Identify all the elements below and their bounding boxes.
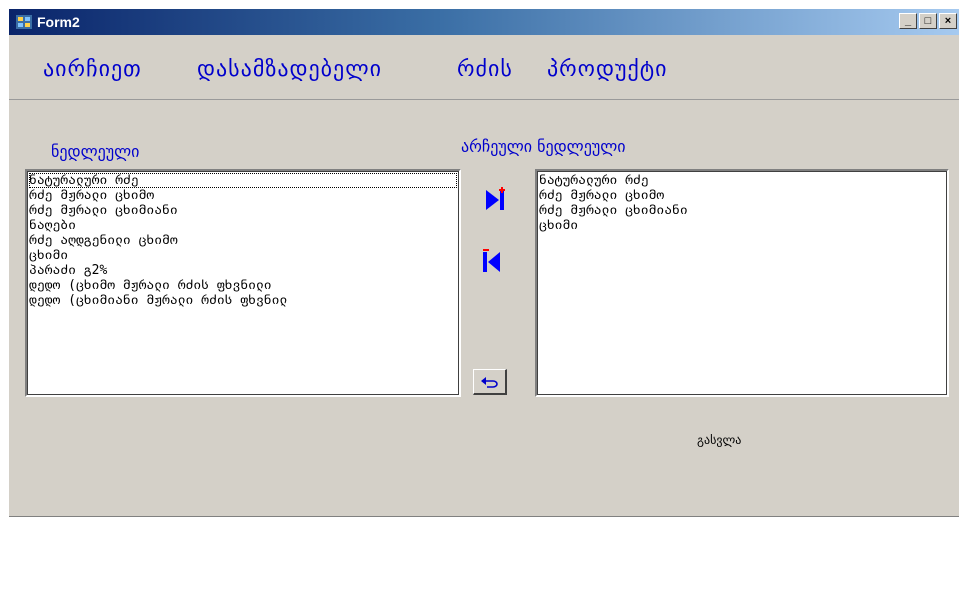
selected-raw-materials-label: არჩეული ნედლეული	[461, 137, 626, 156]
menu-bar: აირჩიეთ დასამზადებელი რძის პროდუქტი	[9, 35, 959, 100]
list-item[interactable]: რძე მჟრალი ცხიმიანი	[29, 203, 457, 218]
raw-materials-list[interactable]: ნატურალური რძე რძე მჟრალი ცხიმო რძე მჟრა…	[25, 169, 461, 397]
list-item[interactable]: რძე აღდგენილი ცხიმო	[29, 233, 457, 248]
remove-item-button[interactable]	[479, 249, 505, 275]
list-item[interactable]: ნატურალური რძე	[539, 173, 945, 188]
move-left-icon	[483, 249, 500, 272]
list-item[interactable]: პარაძი გ2%	[29, 263, 457, 278]
menu-item-milk[interactable]: რძის	[457, 57, 513, 82]
close-button[interactable]: ×	[939, 13, 957, 29]
menu-item-product[interactable]: პროდუქტი	[547, 57, 668, 82]
close-icon: ×	[944, 14, 952, 27]
window-controls: _ □ ×	[899, 13, 957, 29]
undo-button[interactable]	[473, 369, 507, 395]
list-item[interactable]: რძე მჟრალი ცხიმიანი	[539, 203, 945, 218]
maximize-button[interactable]: □	[919, 13, 937, 29]
list-item[interactable]: რძე მჟრალი ცხიმო	[539, 188, 945, 203]
list-item[interactable]: ცხიმი	[29, 248, 457, 263]
move-right-icon	[486, 187, 505, 210]
list-item[interactable]: დედო (ცხიმო მჟრალი რძის ფხვნილი	[29, 278, 457, 293]
menu-item-to-prepare[interactable]: დასამზადებელი	[197, 57, 382, 82]
window-title: Form2	[37, 14, 80, 30]
minimize-icon: _	[904, 14, 912, 27]
selected-raw-materials-list[interactable]: ნატურალური რძე რძე მჟრალი ცხიმო რძე მჟრა…	[535, 169, 949, 397]
list-item[interactable]: ნატურალური რძე	[29, 173, 457, 188]
list-item[interactable]: დედო (ცხიმიანი მჟრალი რძის ფხვნილ	[29, 293, 457, 308]
menu-item-choose[interactable]: აირჩიეთ	[43, 57, 142, 82]
app-icon	[16, 15, 32, 29]
list-item[interactable]: ნაღები	[29, 218, 457, 233]
maximize-icon: □	[924, 14, 932, 27]
form-window: Form2 _ □ × აირჩიეთ დასამზადებელი რძის პ…	[8, 8, 959, 595]
bottom-area	[9, 518, 959, 595]
minimize-button[interactable]: _	[899, 13, 917, 29]
list-item[interactable]: რძე მჟრალი ცხიმო	[29, 188, 457, 203]
exit-button[interactable]: გასვლა	[697, 433, 741, 447]
add-item-button[interactable]	[483, 187, 509, 213]
raw-materials-label: ნედლეული	[51, 142, 140, 161]
undo-icon	[480, 376, 498, 388]
list-item[interactable]: ცხიმი	[539, 218, 945, 233]
title-bar[interactable]: Form2 _ □ ×	[9, 9, 959, 35]
